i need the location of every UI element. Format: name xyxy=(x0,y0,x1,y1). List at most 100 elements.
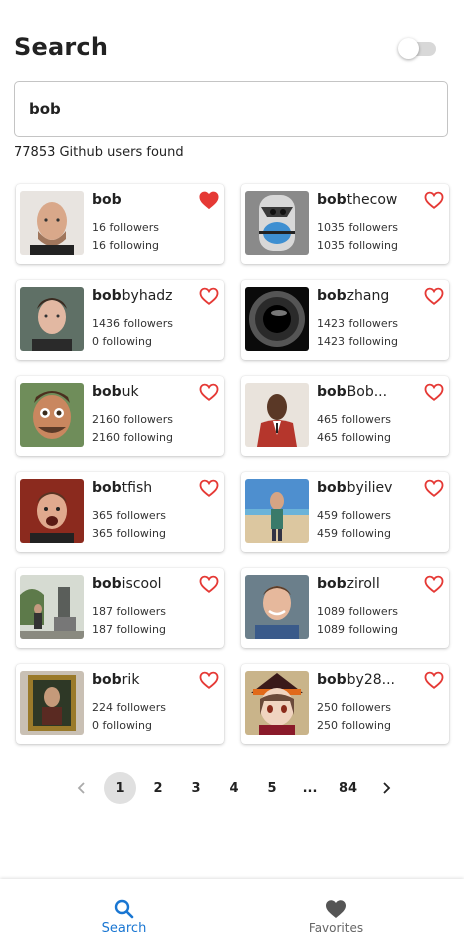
login-rest: ziroll xyxy=(346,576,380,592)
following-count: 459 following xyxy=(317,527,391,540)
avatar-image xyxy=(20,287,84,351)
page-button-2[interactable]: 2 xyxy=(142,772,174,804)
chevron-left-icon xyxy=(77,782,85,794)
user-card[interactable]: bobbyhadz 1436 followers 0 following xyxy=(16,280,224,360)
user-login[interactable]: bobiscool xyxy=(92,576,194,592)
login-match: bob xyxy=(92,192,122,208)
followers-count: 16 followers xyxy=(92,221,159,234)
login-rest: byhadz xyxy=(121,288,173,304)
heart-outline-icon xyxy=(424,479,444,497)
login-rest: zhang xyxy=(346,288,390,304)
user-card[interactable]: bobzhang 1423 followers 1423 following xyxy=(241,280,449,360)
followers-count: 250 followers xyxy=(317,701,391,714)
results-count: 77853 Github users found xyxy=(14,145,184,160)
user-login[interactable]: bobby28... xyxy=(317,672,419,688)
favorite-button[interactable] xyxy=(423,478,445,498)
page-button-3[interactable]: 3 xyxy=(180,772,212,804)
favorite-button[interactable] xyxy=(198,190,220,210)
page-button-4[interactable]: 4 xyxy=(218,772,250,804)
nav-search-label: Search xyxy=(101,921,147,936)
login-match: bob xyxy=(92,480,122,496)
login-match: bob xyxy=(317,672,347,688)
login-rest: Bob... xyxy=(346,384,388,400)
favorite-button[interactable] xyxy=(198,286,220,306)
user-card[interactable]: bobtfish 365 followers 365 following xyxy=(16,472,224,552)
followers-count: 1035 followers xyxy=(317,221,398,234)
following-count: 1423 following xyxy=(317,335,398,348)
user-avatar xyxy=(20,479,84,543)
following-count: 250 following xyxy=(317,719,391,732)
nav-favorites[interactable]: Favorites xyxy=(220,879,452,951)
user-card[interactable]: bobuk 2160 followers 2160 following xyxy=(16,376,224,456)
login-rest: rik xyxy=(121,672,140,688)
following-count: 1035 following xyxy=(317,239,398,252)
user-card[interactable]: bobthecow 1035 followers 1035 following xyxy=(241,184,449,264)
user-avatar xyxy=(20,575,84,639)
user-card[interactable]: bobbyiliev 459 followers 459 following xyxy=(241,472,449,552)
login-match: bob xyxy=(317,192,347,208)
favorite-button[interactable] xyxy=(423,286,445,306)
user-login[interactable]: bobuk xyxy=(92,384,194,400)
user-login[interactable]: bobziroll xyxy=(317,576,419,592)
favorite-button[interactable] xyxy=(198,574,220,594)
next-page-button[interactable] xyxy=(370,772,402,804)
chevron-right-icon xyxy=(383,782,391,794)
page-button-84[interactable]: 84 xyxy=(332,772,364,804)
user-login[interactable]: bobtfish xyxy=(92,480,194,496)
following-count: 2160 following xyxy=(92,431,173,444)
favorite-button[interactable] xyxy=(198,382,220,402)
login-rest: thecow xyxy=(346,192,398,208)
user-card[interactable]: bobby28... 250 followers 250 following xyxy=(241,664,449,744)
nav-favorites-label: Favorites xyxy=(308,921,364,935)
search-input[interactable] xyxy=(14,81,448,137)
toggle-thumb xyxy=(398,38,419,59)
user-login[interactable]: bobthecow xyxy=(317,192,419,208)
avatar-image xyxy=(20,479,84,543)
login-match: bob xyxy=(317,576,347,592)
followers-count: 459 followers xyxy=(317,509,391,522)
avatar-image xyxy=(20,191,84,255)
followers-count: 365 followers xyxy=(92,509,166,522)
avatar-image xyxy=(245,671,309,735)
user-login[interactable]: bobrik xyxy=(92,672,194,688)
page-title: Search xyxy=(14,33,109,61)
user-card[interactable]: bobrik 224 followers 0 following xyxy=(16,664,224,744)
user-login[interactable]: bobbyiliev xyxy=(317,480,419,496)
login-match: bob xyxy=(317,384,347,400)
page-button-1[interactable]: 1 xyxy=(104,772,136,804)
user-login[interactable]: bob xyxy=(92,192,194,208)
prev-page-button[interactable] xyxy=(66,772,98,804)
favorite-button[interactable] xyxy=(423,574,445,594)
favorite-button[interactable] xyxy=(198,478,220,498)
user-card[interactable]: bob 16 followers 16 following xyxy=(16,184,224,264)
heart-outline-icon xyxy=(424,383,444,401)
user-card[interactable]: bobBob... 465 followers 465 following xyxy=(241,376,449,456)
login-match: bob xyxy=(317,480,347,496)
page-button-5[interactable]: 5 xyxy=(256,772,288,804)
avatar-image xyxy=(245,287,309,351)
avatar-image xyxy=(20,671,84,735)
favorite-button[interactable] xyxy=(423,382,445,402)
user-login[interactable]: bobzhang xyxy=(317,288,419,304)
nav-search[interactable]: Search xyxy=(8,879,240,951)
avatar-image xyxy=(20,383,84,447)
user-card[interactable]: bobiscool 187 followers 187 following xyxy=(16,568,224,648)
user-avatar xyxy=(245,287,309,351)
search-icon xyxy=(114,899,134,919)
user-avatar xyxy=(20,671,84,735)
favorite-button[interactable] xyxy=(423,190,445,210)
login-rest: tfish xyxy=(121,480,153,496)
user-login[interactable]: bobBob... xyxy=(317,384,419,400)
following-count: 465 following xyxy=(317,431,391,444)
login-match: bob xyxy=(317,288,347,304)
favorite-button[interactable] xyxy=(198,670,220,690)
followers-count: 187 followers xyxy=(92,605,166,618)
favorite-button[interactable] xyxy=(423,670,445,690)
login-match: bob xyxy=(92,384,122,400)
user-card[interactable]: bobziroll 1089 followers 1089 following xyxy=(241,568,449,648)
login-rest: byiliev xyxy=(346,480,393,496)
theme-toggle[interactable] xyxy=(398,38,436,59)
login-rest: iscool xyxy=(121,576,162,592)
user-login[interactable]: bobbyhadz xyxy=(92,288,194,304)
user-avatar xyxy=(20,383,84,447)
